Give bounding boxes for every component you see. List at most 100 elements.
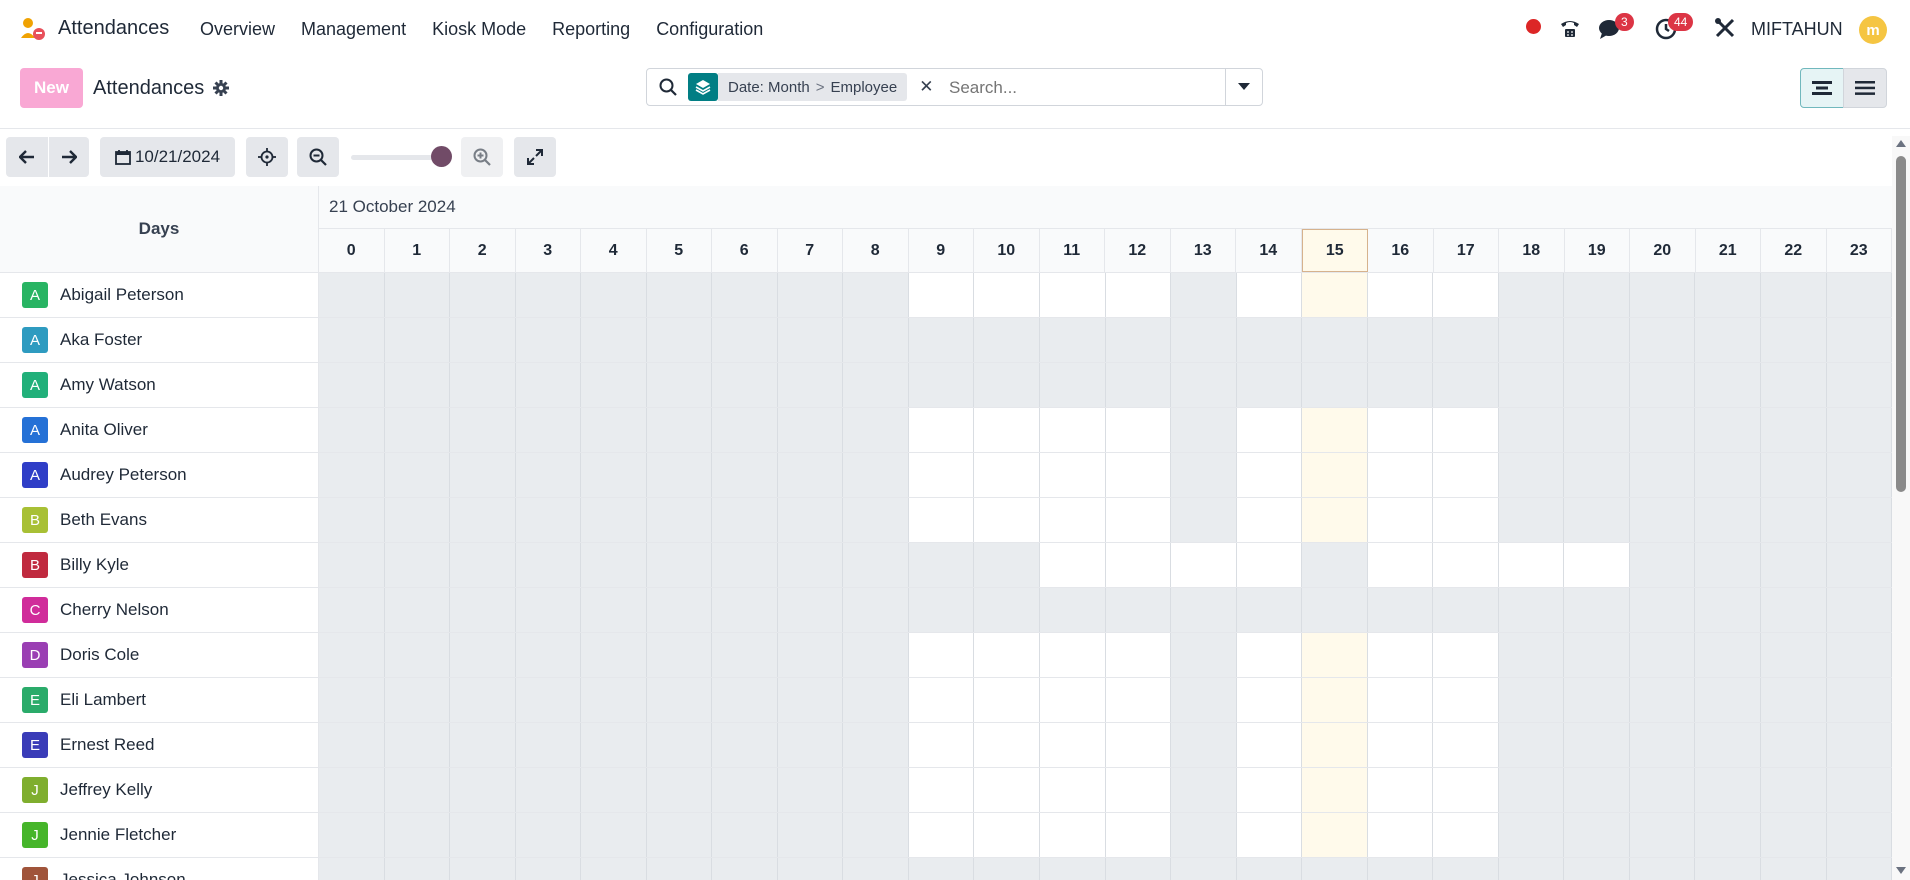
gantt-cell[interactable] (974, 273, 1041, 317)
gantt-cell[interactable] (1433, 768, 1499, 812)
gantt-cell[interactable] (1629, 318, 1696, 362)
gantt-cell[interactable] (1761, 408, 1827, 452)
gantt-cell[interactable] (1761, 813, 1827, 857)
gantt-cell[interactable] (1171, 858, 1237, 880)
gantt-cell[interactable] (908, 363, 975, 407)
gantt-cell[interactable] (908, 588, 975, 632)
zoom-slider[interactable] (351, 155, 441, 160)
gantt-cell[interactable] (974, 588, 1041, 632)
gantt-cell[interactable] (450, 768, 516, 812)
employee-row-header[interactable]: E Eli Lambert (0, 678, 319, 722)
gantt-cell[interactable] (1629, 768, 1696, 812)
gantt-cell[interactable] (1105, 363, 1172, 407)
app-name[interactable]: Attendances (58, 17, 169, 40)
gantt-view-button[interactable] (1800, 68, 1844, 108)
gantt-cell[interactable] (1564, 678, 1630, 722)
gantt-cell[interactable] (1433, 678, 1499, 722)
menu-configuration[interactable]: Configuration (656, 19, 763, 40)
recording-indicator-icon[interactable] (1526, 19, 1541, 34)
gantt-cell[interactable] (1629, 678, 1696, 722)
gantt-cell[interactable] (1826, 813, 1892, 857)
gantt-cell[interactable] (1498, 273, 1565, 317)
gantt-cell[interactable] (1105, 858, 1172, 880)
next-button[interactable] (49, 137, 89, 177)
gantt-cell[interactable] (1629, 363, 1696, 407)
gantt-cell[interactable] (1105, 633, 1172, 677)
gantt-cell[interactable] (1040, 318, 1106, 362)
gantt-cell[interactable] (1302, 588, 1368, 632)
gantt-cell[interactable] (1105, 678, 1172, 722)
gantt-cell[interactable] (1433, 318, 1499, 362)
gantt-cell[interactable] (515, 633, 582, 677)
gantt-cell[interactable] (777, 633, 844, 677)
gantt-cell[interactable] (1367, 678, 1434, 722)
user-avatar[interactable]: m (1859, 16, 1887, 44)
gantt-cell[interactable] (1695, 318, 1762, 362)
gantt-cell[interactable] (450, 318, 516, 362)
gantt-cell[interactable] (1826, 633, 1892, 677)
gantt-cell[interactable] (1498, 678, 1565, 722)
gantt-cell[interactable] (974, 408, 1041, 452)
gantt-cell[interactable] (1040, 723, 1106, 767)
focus-today-button[interactable] (246, 137, 288, 177)
gantt-cell[interactable] (974, 858, 1041, 880)
gantt-cell[interactable] (515, 813, 582, 857)
gantt-cell[interactable] (1498, 408, 1565, 452)
gantt-cell[interactable] (1826, 588, 1892, 632)
gantt-cell[interactable] (319, 498, 385, 542)
gantt-cell[interactable] (581, 408, 647, 452)
gantt-cell[interactable] (1629, 813, 1696, 857)
gantt-cell[interactable] (319, 723, 385, 767)
gantt-cell[interactable] (319, 453, 385, 497)
gantt-cell[interactable] (515, 768, 582, 812)
gantt-cell[interactable] (581, 363, 647, 407)
gantt-cell[interactable] (843, 678, 909, 722)
gantt-cell[interactable] (384, 723, 451, 767)
gantt-cell[interactable] (1498, 363, 1565, 407)
gantt-cell[interactable] (1695, 678, 1762, 722)
gantt-cell[interactable] (1302, 318, 1368, 362)
employee-row-header[interactable]: J Jeffrey Kelly (0, 768, 319, 812)
employee-row-header[interactable]: E Ernest Reed (0, 723, 319, 767)
gantt-cell[interactable] (843, 858, 909, 880)
gantt-cell[interactable] (646, 633, 713, 677)
gantt-cell[interactable] (777, 363, 844, 407)
zoom-out-button[interactable] (297, 137, 339, 177)
gantt-cell[interactable] (515, 318, 582, 362)
gantt-cell[interactable] (1040, 633, 1106, 677)
gantt-cell[interactable] (384, 318, 451, 362)
gantt-cell[interactable] (712, 813, 778, 857)
gantt-cell[interactable] (646, 543, 713, 587)
gantt-cell[interactable] (974, 633, 1041, 677)
gantt-cell[interactable] (777, 273, 844, 317)
gantt-cell[interactable] (712, 408, 778, 452)
gantt-cell[interactable] (646, 723, 713, 767)
gantt-cell[interactable] (515, 498, 582, 542)
gantt-cell[interactable] (712, 543, 778, 587)
gantt-cell[interactable] (1236, 318, 1303, 362)
gantt-cell[interactable] (581, 498, 647, 542)
gantt-cell[interactable] (1171, 813, 1237, 857)
gantt-cell[interactable] (1105, 588, 1172, 632)
gantt-cell[interactable] (1433, 813, 1499, 857)
gantt-cell[interactable] (908, 678, 975, 722)
gantt-cell[interactable] (1367, 543, 1434, 587)
gantt-cell[interactable] (908, 543, 975, 587)
gantt-cell[interactable] (515, 858, 582, 880)
gantt-cell[interactable] (581, 588, 647, 632)
gantt-cell[interactable] (1564, 723, 1630, 767)
gantt-cell[interactable] (1367, 408, 1434, 452)
employee-row-header[interactable]: A Audrey Peterson (0, 453, 319, 497)
gantt-cell[interactable] (1761, 858, 1827, 880)
gantt-cell[interactable] (1236, 453, 1303, 497)
gantt-cell[interactable] (319, 768, 385, 812)
gantt-cell[interactable] (1040, 543, 1106, 587)
gantt-cell[interactable] (450, 633, 516, 677)
gantt-cell[interactable] (1105, 453, 1172, 497)
gantt-cell[interactable] (843, 318, 909, 362)
gantt-cell[interactable] (1105, 273, 1172, 317)
employee-row-header[interactable]: A Amy Watson (0, 363, 319, 407)
employee-row-header[interactable]: C Cherry Nelson (0, 588, 319, 632)
gantt-cell[interactable] (1105, 498, 1172, 542)
gantt-cell[interactable] (1367, 363, 1434, 407)
